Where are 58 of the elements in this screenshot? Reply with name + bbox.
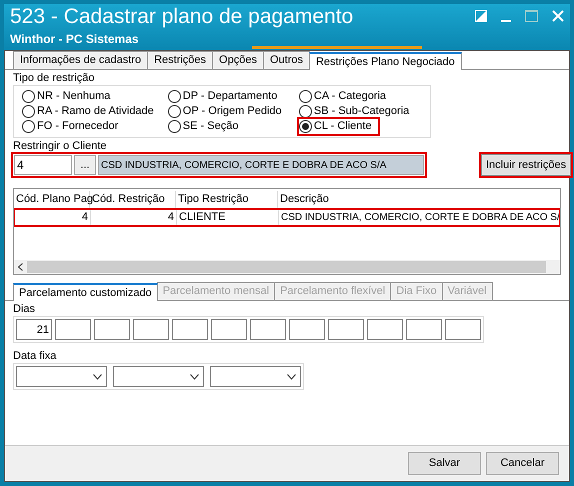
chevron-down-icon	[287, 374, 296, 380]
column-header[interactable]: Descrição	[278, 191, 560, 208]
radio-option[interactable]: DP - Departamento	[168, 89, 284, 104]
group-title: Data fixa	[13, 350, 58, 363]
tab[interactable]: Restrições Plano Negociado	[308, 52, 462, 70]
day-field[interactable]	[367, 319, 403, 340]
table-row[interactable]: 4 4 CLIENTE CSD INDUSTRIA, COMERCIO, CORTE E DOBRA DE ACO S/	[15, 210, 559, 225]
radio-option[interactable]: CL - Cliente	[298, 119, 378, 134]
chevron-down-icon	[190, 374, 199, 380]
window-subtitle: Winthor - PC Sistemas	[10, 31, 140, 48]
include-button[interactable]: Incluir restrições	[481, 154, 572, 176]
day-field[interactable]	[328, 319, 364, 340]
day-field[interactable]	[211, 319, 247, 340]
table-cell: CSD INDUSTRIA, COMERCIO, CORTE E DOBRA DE ACO S/	[279, 210, 560, 225]
group-title: Tipo de restrição	[13, 72, 96, 85]
day-field[interactable]	[172, 319, 208, 340]
radio-option[interactable]: OP - Origem Pedido	[168, 104, 288, 119]
dialog-button[interactable]: Salvar	[408, 452, 481, 475]
day-field[interactable]	[133, 319, 169, 340]
radio-option[interactable]: SB - Sub-Categoria	[298, 104, 416, 119]
close-icon[interactable]	[552, 10, 564, 22]
day-field[interactable]	[55, 319, 91, 340]
tab[interactable]: Restrições	[147, 51, 214, 69]
table-cell: CLIENTE	[177, 209, 279, 226]
radio-option[interactable]: NR - Nenhuma	[22, 89, 116, 104]
day-field[interactable]	[94, 319, 130, 340]
day-field[interactable]	[289, 319, 325, 340]
tab[interactable]: Informações de cadastro	[13, 51, 148, 69]
date-dropdown[interactable]	[16, 366, 107, 387]
radio-option[interactable]: CA - Categoria	[298, 89, 392, 104]
tab[interactable]: Opções	[212, 51, 264, 69]
lookup-button[interactable]: ...	[74, 155, 96, 175]
table-cell: 4	[91, 209, 177, 226]
field-label: Restringir o Cliente	[13, 140, 108, 153]
day-field[interactable]: 21	[16, 319, 52, 340]
radio-option[interactable]: FO - Fornecedor	[22, 119, 124, 134]
day-field[interactable]	[445, 319, 481, 340]
client-name-field[interactable]: CSD INDUSTRIA, COMERCIO, CORTE E DOBRA DE ACO S/A	[98, 155, 424, 175]
radio-option[interactable]: RA - Ramo de Atividade	[22, 104, 160, 119]
day-field[interactable]	[250, 319, 286, 340]
dialog-button[interactable]: Cancelar	[486, 452, 559, 475]
maximize-icon[interactable]	[525, 10, 538, 22]
date-dropdown[interactable]	[210, 366, 301, 387]
horizontal-scrollbar[interactable]	[14, 260, 560, 274]
tab[interactable]: Parcelamento customizado	[13, 283, 158, 301]
group-title: Dias	[13, 303, 36, 316]
column-header[interactable]: Cód. Plano Pag	[14, 191, 90, 208]
restore-icon[interactable]	[475, 10, 487, 22]
column-header[interactable]: Tipo Restrição	[176, 191, 278, 208]
day-field[interactable]	[406, 319, 442, 340]
radio-option[interactable]: SE - Seção	[168, 119, 244, 134]
table-cell: 4	[15, 209, 91, 226]
tab[interactable]: Outros	[262, 51, 310, 69]
chevron-down-icon	[93, 374, 102, 380]
client-code-field[interactable]: 4	[14, 155, 72, 175]
scroll-left-icon[interactable]	[18, 263, 23, 271]
date-dropdown[interactable]	[113, 366, 204, 387]
window-title: 523 - Cadastrar plano de pagamento	[10, 4, 354, 30]
